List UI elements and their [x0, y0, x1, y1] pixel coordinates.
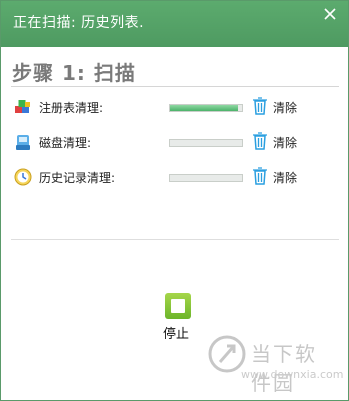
history-progress-bar: [169, 174, 243, 182]
registry-progress-bar: [169, 104, 243, 112]
step-divider: [11, 86, 339, 87]
watermark: 当下软件园 www.downxia.com: [207, 334, 343, 395]
stop-button[interactable]: 停止: [163, 293, 193, 342]
registry-trash-icon[interactable]: [252, 96, 268, 116]
scan-window: 正在扫描: 历史列表. 步骤 1: 扫描 注册表清理: 清除 磁盘清理: 清除 …: [0, 0, 349, 401]
disk-row: 磁盘清理: 清除: [1, 131, 348, 153]
history-row: 历史记录清理: 清除: [1, 166, 348, 188]
history-label: 历史记录清理:: [39, 171, 116, 185]
registry-progress-fill: [170, 105, 239, 111]
stop-square-icon: [165, 293, 191, 319]
watermark-url: www.downxia.com: [241, 368, 344, 381]
registry-clean-link[interactable]: 清除: [273, 99, 297, 116]
disk-trash-icon[interactable]: [252, 131, 268, 151]
step-title: 步骤 1: 扫描: [12, 61, 136, 85]
stop-label: 停止: [163, 327, 190, 342]
disk-label: 磁盘清理:: [39, 136, 92, 150]
registry-row: 注册表清理: 清除: [1, 96, 348, 118]
watermark-name: 当下软件园: [251, 342, 317, 395]
history-clean-link[interactable]: 清除: [273, 169, 297, 186]
history-trash-icon[interactable]: [252, 166, 268, 186]
disk-icon: [16, 135, 30, 150]
registry-label: 注册表清理:: [39, 101, 104, 115]
section-divider: [11, 239, 339, 240]
title-bar: 正在扫描: 历史列表.: [1, 1, 348, 47]
close-button[interactable]: [314, 3, 346, 25]
window-title: 正在扫描: 历史列表.: [13, 15, 145, 31]
registry-cubes-icon: [15, 100, 30, 113]
history-clock-icon: [14, 168, 32, 186]
disk-clean-link[interactable]: 清除: [273, 134, 297, 151]
close-icon: [324, 8, 336, 20]
disk-progress-bar: [169, 139, 243, 147]
